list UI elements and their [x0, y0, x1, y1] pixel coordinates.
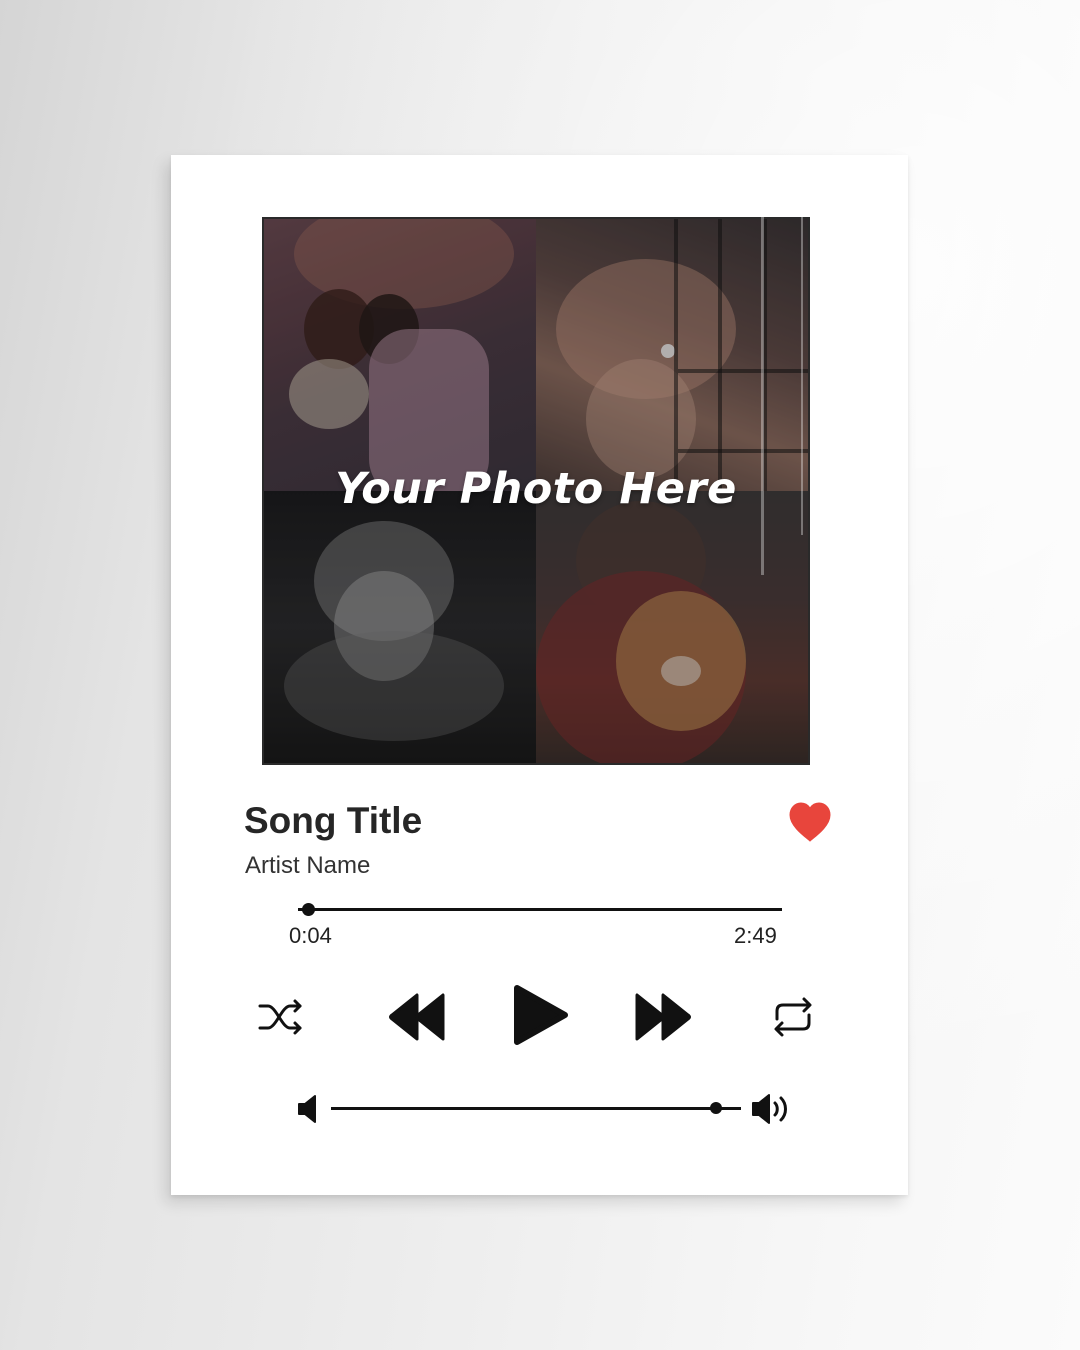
volume-knob[interactable] — [710, 1102, 723, 1114]
total-time: 2:49 — [734, 923, 777, 948]
play-icon[interactable] — [511, 982, 571, 1048]
player-card: Your Photo Here Song Title Artist Name 0… — [171, 155, 908, 1195]
progress-bar[interactable] — [298, 903, 782, 916]
volume-slider[interactable] — [331, 1102, 741, 1114]
glass-glare — [877, 155, 880, 455]
repeat-icon[interactable] — [771, 995, 815, 1039]
artist-name: Artist Name — [245, 852, 371, 879]
photo-placeholder-label: Your Photo Here — [335, 464, 737, 514]
heart-icon[interactable] — [787, 801, 833, 843]
current-time: 0:04 — [289, 923, 332, 948]
song-title: Song Title — [244, 800, 423, 841]
progress-knob[interactable] — [301, 903, 315, 916]
fast-forward-icon[interactable] — [633, 991, 691, 1043]
photo-collage: Your Photo Here — [262, 217, 810, 765]
shuffle-icon[interactable] — [258, 998, 304, 1036]
volume-low-icon[interactable] — [296, 1093, 322, 1125]
rewind-icon[interactable] — [389, 991, 447, 1043]
volume-high-icon[interactable] — [751, 1091, 795, 1127]
